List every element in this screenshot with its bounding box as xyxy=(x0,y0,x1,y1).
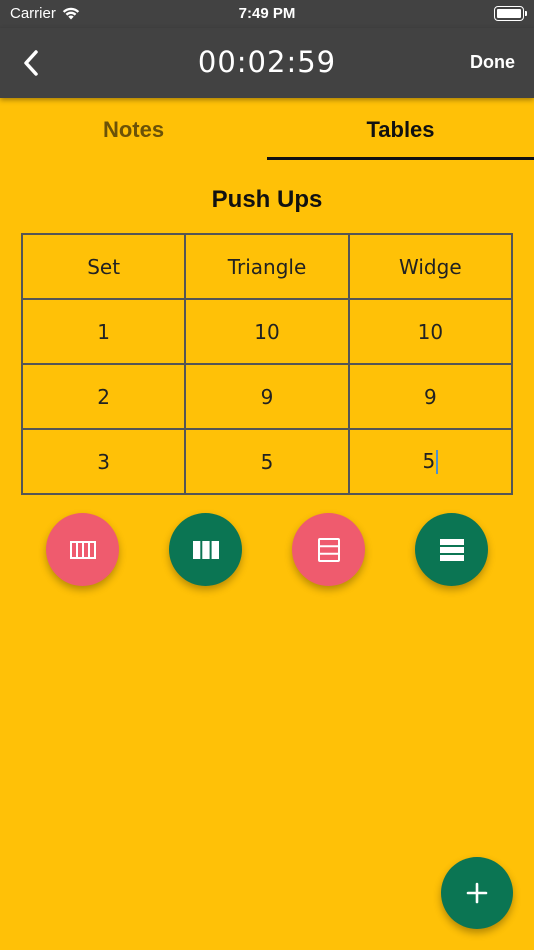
done-button[interactable]: Done xyxy=(470,52,515,73)
table-header-cell[interactable]: Widge xyxy=(347,233,514,300)
app-bar: 00:02:59 Done xyxy=(0,28,534,98)
table-cell[interactable]: 5 xyxy=(184,428,350,495)
remove-row-button[interactable] xyxy=(292,513,365,586)
table-cell[interactable]: 10 xyxy=(184,298,350,365)
add-column-icon xyxy=(192,540,219,559)
table-header-cell[interactable]: Triangle xyxy=(184,233,350,300)
table-cell[interactable]: 2 xyxy=(20,363,187,430)
table-actions xyxy=(0,513,534,587)
status-time: 7:49 PM xyxy=(238,5,296,22)
workout-timer: 00:02:59 xyxy=(197,45,337,79)
remove-row-icon xyxy=(317,537,340,562)
table-row: 2 9 9 xyxy=(20,363,514,430)
table-cell-editing[interactable]: 5 xyxy=(347,428,514,495)
table-header-cell[interactable]: Set xyxy=(20,233,187,300)
plus-icon xyxy=(466,882,488,904)
table-row: 1 10 10 xyxy=(20,298,514,365)
table-header-row: Set Triangle Widge xyxy=(20,233,514,300)
table-cell-value: 5 xyxy=(422,448,436,473)
add-column-button[interactable] xyxy=(169,513,242,586)
add-row-icon xyxy=(439,538,464,561)
battery-level xyxy=(497,9,521,18)
remove-column-button[interactable] xyxy=(46,513,119,586)
status-bar: Carrier 7:49 PM xyxy=(0,0,534,28)
remove-column-icon xyxy=(69,540,96,559)
add-table-button[interactable] xyxy=(441,857,513,929)
table-cell[interactable]: 9 xyxy=(347,363,514,430)
tab-tables[interactable]: Tables xyxy=(267,98,534,160)
table-cell[interactable]: 9 xyxy=(184,363,350,430)
add-row-button[interactable] xyxy=(415,513,488,586)
table-row: 3 5 5 xyxy=(20,428,514,495)
table-cell[interactable]: 3 xyxy=(20,428,187,495)
table-cell[interactable]: 10 xyxy=(347,298,514,365)
text-cursor xyxy=(436,450,439,475)
exercise-table: Set Triangle Widge 1 10 10 2 9 9 3 5 5 xyxy=(20,233,514,495)
tab-notes[interactable]: Notes xyxy=(0,98,267,160)
tab-bar: Notes Tables xyxy=(0,98,534,160)
table-title: Push Ups xyxy=(211,186,323,213)
battery-icon xyxy=(494,6,527,21)
table-cell[interactable]: 1 xyxy=(20,298,187,365)
